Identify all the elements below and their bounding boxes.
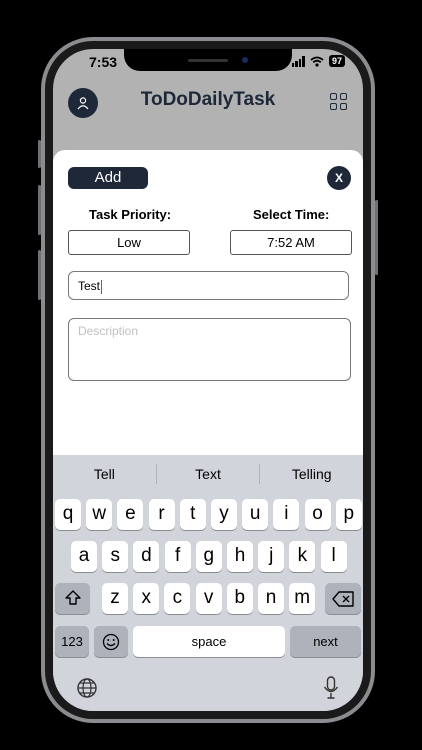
description-placeholder: Description	[78, 324, 139, 338]
key-e[interactable]: e	[117, 499, 144, 530]
phone-screen: 7:53 97 ToDoDailyTask Add X Task Priorit…	[53, 49, 363, 711]
next-key[interactable]: next	[290, 626, 361, 657]
text-caret	[101, 279, 103, 294]
description-input[interactable]: Description	[68, 318, 351, 381]
wifi-icon	[310, 56, 324, 67]
select-time-label: Select Time:	[253, 207, 330, 222]
key-l[interactable]: l	[320, 541, 347, 572]
key-r[interactable]: r	[148, 499, 175, 530]
globe-icon[interactable]	[76, 677, 98, 699]
suggestion-item[interactable]: Text	[157, 466, 260, 482]
key-t[interactable]: t	[179, 499, 206, 530]
emoji-key[interactable]	[94, 626, 128, 657]
suggestion-item[interactable]: Tell	[53, 466, 156, 482]
status-icons: 97	[291, 55, 345, 67]
key-y[interactable]: y	[211, 499, 237, 530]
key-a[interactable]: a	[71, 541, 97, 572]
shift-icon	[64, 590, 81, 605]
key-h[interactable]: h	[227, 541, 253, 572]
key-j[interactable]: j	[258, 541, 285, 572]
key-w[interactable]: w	[86, 499, 113, 530]
priority-selector[interactable]: Low	[68, 230, 190, 255]
backspace-icon	[332, 591, 354, 607]
key-o[interactable]: o	[304, 499, 331, 530]
status-time: 7:53	[89, 54, 118, 70]
key-b[interactable]: b	[226, 583, 253, 614]
close-button[interactable]: X	[327, 166, 351, 190]
volume-down-button	[38, 250, 41, 300]
key-k[interactable]: k	[289, 541, 316, 572]
speaker-grille	[188, 59, 228, 62]
space-key[interactable]: space	[133, 626, 285, 657]
numbers-key[interactable]: 123	[55, 626, 89, 657]
key-i[interactable]: i	[273, 499, 300, 530]
key-v[interactable]: v	[195, 583, 222, 614]
microphone-icon[interactable]	[323, 676, 339, 700]
delete-key[interactable]	[325, 583, 361, 614]
keyboard: Tell Text Telling qwertyuiop asdfghjkl z…	[53, 455, 363, 711]
key-q[interactable]: q	[55, 499, 81, 530]
notch	[124, 49, 292, 71]
grid-icon[interactable]	[330, 93, 347, 110]
task-title-input[interactable]: Test	[68, 271, 349, 300]
title-input-value: Test	[78, 279, 101, 293]
key-d[interactable]: d	[133, 541, 160, 572]
volume-up-button	[38, 185, 41, 235]
time-picker[interactable]: 7:52 AM	[230, 230, 352, 255]
shift-key[interactable]	[55, 583, 90, 614]
signal-icon	[291, 55, 305, 67]
key-s[interactable]: s	[102, 541, 129, 572]
key-f[interactable]: f	[164, 541, 191, 572]
app-title: ToDoDailyTask	[140, 89, 276, 110]
key-u[interactable]: u	[242, 499, 269, 530]
add-task-sheet: Add X Task Priority: Select Time: Low 7:…	[53, 150, 363, 460]
key-c[interactable]: c	[164, 583, 191, 614]
key-x[interactable]: x	[133, 583, 160, 614]
add-button[interactable]: Add	[68, 167, 148, 189]
key-p[interactable]: p	[335, 499, 362, 530]
key-z[interactable]: z	[102, 583, 128, 614]
power-button	[375, 200, 378, 275]
emoji-icon	[102, 633, 120, 651]
mute-switch	[38, 140, 41, 168]
task-priority-label: Task Priority:	[89, 207, 172, 222]
camera-icon	[242, 57, 248, 63]
battery-icon: 97	[328, 55, 345, 67]
suggestion-bar: Tell Text Telling	[53, 455, 363, 493]
key-g[interactable]: g	[195, 541, 222, 572]
key-n[interactable]: n	[258, 583, 284, 614]
key-m[interactable]: m	[289, 583, 316, 614]
suggestion-item[interactable]: Telling	[260, 466, 363, 482]
